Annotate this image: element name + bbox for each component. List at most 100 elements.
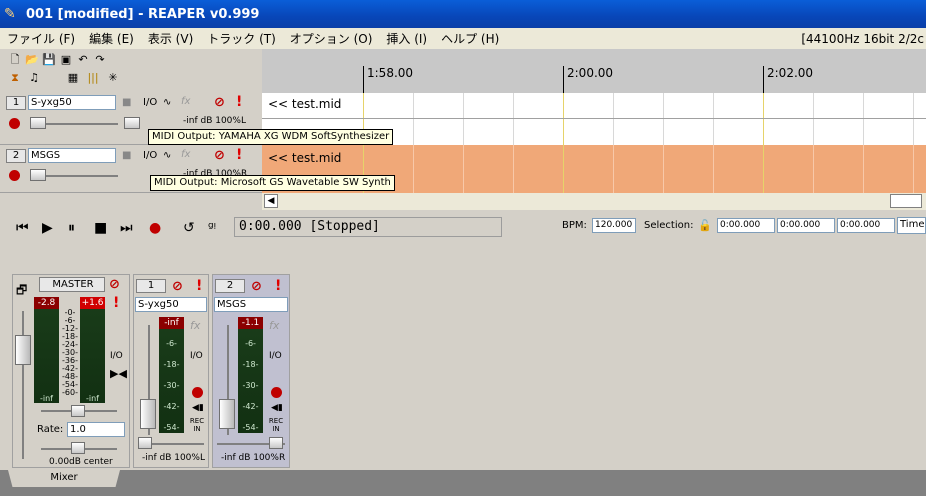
- bpm-field[interactable]: 120.000: [592, 218, 636, 233]
- strip-pan-knob[interactable]: [269, 437, 283, 449]
- record-icon[interactable]: ●: [149, 220, 161, 236]
- folder-icon[interactable]: ■: [122, 97, 131, 108]
- repeat-icon[interactable]: ↺: [183, 220, 195, 236]
- folder-icon[interactable]: ■: [122, 150, 131, 161]
- media-item-label[interactable]: << test.mid: [268, 151, 341, 165]
- menu-file[interactable]: ファイル (F): [0, 30, 82, 47]
- master-peak-right: +1.6: [80, 297, 105, 309]
- envelope-icon[interactable]: ∿: [163, 150, 171, 161]
- record-arm-button[interactable]: [9, 170, 20, 181]
- io-button[interactable]: I/O: [143, 150, 157, 161]
- time-mode-select[interactable]: Time: [897, 217, 926, 234]
- mute-icon[interactable]: ⊘: [214, 95, 225, 110]
- master-pan-knob[interactable]: [71, 442, 85, 454]
- strip-fx-button[interactable]: fx: [269, 319, 279, 332]
- undo-icon[interactable]: ↶: [76, 53, 90, 67]
- scroll-left-icon[interactable]: ◀: [264, 194, 278, 208]
- strip-volume-fader-knob[interactable]: [140, 399, 156, 429]
- grid-line: [463, 93, 464, 145]
- menu-options[interactable]: オプション (O): [283, 30, 380, 47]
- master-meter-right: +1.6 -inf: [80, 297, 105, 403]
- project-settings-icon[interactable]: ▣: [59, 53, 73, 67]
- pause-icon[interactable]: ⏸: [68, 220, 75, 236]
- horizontal-scrollbar[interactable]: ◀: [262, 193, 926, 210]
- menu-edit[interactable]: 編集 (E): [82, 30, 141, 47]
- master-mono-icon[interactable]: ▶◀: [110, 367, 127, 380]
- pan-slider-knob[interactable]: [124, 117, 140, 129]
- monitor-icon[interactable]: ᵍᵎ: [208, 220, 216, 236]
- speaker-icon[interactable]: ◀▮: [192, 403, 204, 413]
- strip-io-button[interactable]: I/O: [269, 351, 282, 361]
- solo-icon[interactable]: !: [236, 94, 242, 110]
- master-volume-fader-knob[interactable]: [15, 335, 31, 365]
- open-folder-icon[interactable]: 📂: [25, 53, 39, 67]
- track-name-field[interactable]: S-yxg50: [28, 95, 116, 110]
- rate-field[interactable]: 1.0: [67, 422, 125, 437]
- selection-length-field[interactable]: 0:00.000: [837, 218, 895, 233]
- grid-line: [563, 93, 564, 145]
- master-width-knob[interactable]: [71, 405, 85, 417]
- play-icon[interactable]: ▶: [42, 220, 53, 236]
- go-to-start-icon[interactable]: ⏮: [16, 220, 29, 236]
- record-arm-button[interactable]: [9, 118, 20, 129]
- envelope-icon[interactable]: ∿: [163, 97, 171, 108]
- grid-line: [413, 93, 414, 145]
- solo-icon[interactable]: !: [236, 147, 242, 163]
- track-number: 1: [6, 96, 26, 110]
- selection-end-field[interactable]: 0:00.000: [777, 218, 835, 233]
- track-name-field[interactable]: MSGS: [28, 148, 116, 163]
- mute-icon[interactable]: ⊘: [214, 148, 225, 163]
- menu-insert[interactable]: 挿入 (I): [379, 30, 434, 47]
- lock-icon[interactable]: 🔓: [698, 219, 712, 232]
- strip-meter-scale: -6- -18- -30- -42- -54-: [242, 339, 259, 432]
- docker-tab-bar: Mixer: [0, 470, 926, 496]
- go-to-end-icon[interactable]: ⏭: [120, 220, 133, 236]
- menu-view[interactable]: 表示 (V): [141, 30, 200, 47]
- grid-line: [913, 93, 914, 145]
- selection-start-field[interactable]: 0:00.000: [717, 218, 775, 233]
- strip-name-field[interactable]: MSGS: [214, 297, 288, 312]
- strip-io-button[interactable]: I/O: [190, 351, 203, 361]
- timeline-ruler[interactable]: 1:58.00 2:00.00 2:02.00: [262, 49, 926, 93]
- strip-solo-icon[interactable]: !: [275, 278, 281, 294]
- strip-number: 2: [215, 279, 245, 293]
- mixer-tab[interactable]: Mixer: [8, 470, 120, 487]
- menu-help[interactable]: ヘルプ (H): [434, 30, 506, 47]
- stop-icon[interactable]: ■: [94, 220, 107, 236]
- strip-name-field[interactable]: S-yxg50: [135, 297, 207, 312]
- master-settings-icon[interactable]: 🗗: [16, 281, 27, 302]
- strip-volume-fader-knob[interactable]: [219, 399, 235, 429]
- snap-icon[interactable]: |||: [86, 71, 100, 85]
- ripple-icon[interactable]: ✳: [106, 71, 120, 85]
- volume-slider-knob[interactable]: [30, 117, 46, 129]
- strip-record-arm-button[interactable]: [192, 387, 203, 398]
- track-group-icon[interactable]: ♫: [27, 71, 41, 85]
- save-icon[interactable]: 💾: [42, 53, 56, 67]
- strip-volume-readout: -inf dB 100%R: [221, 453, 286, 463]
- strip-record-arm-button[interactable]: [271, 387, 282, 398]
- strip-solo-icon[interactable]: !: [196, 278, 202, 294]
- fx-button[interactable]: fx: [181, 149, 190, 160]
- title-bar: ✎ 001 [modified] - REAPER v0.999: [0, 0, 926, 28]
- new-file-icon[interactable]: 🗋: [8, 53, 22, 67]
- strip-pan-knob[interactable]: [138, 437, 152, 449]
- fx-button[interactable]: fx: [181, 96, 190, 107]
- strip-peak: -inf: [159, 317, 184, 329]
- strip-mute-icon[interactable]: ⊘: [251, 279, 262, 294]
- grid-icon[interactable]: ▦: [66, 71, 80, 85]
- master-mute-icon[interactable]: ⊘: [109, 277, 120, 292]
- io-button[interactable]: I/O: [143, 97, 157, 108]
- strip-mute-icon[interactable]: ⊘: [172, 279, 183, 294]
- speaker-icon[interactable]: ◀▮: [271, 403, 283, 413]
- media-item-label[interactable]: << test.mid: [268, 97, 341, 111]
- strip-fx-button[interactable]: fx: [190, 319, 200, 332]
- window-title: 001 [modified] - REAPER v0.999: [26, 6, 260, 22]
- menu-track[interactable]: トラック (T): [200, 30, 283, 47]
- scroll-thumb[interactable]: [890, 194, 922, 208]
- master-solo-icon[interactable]: !: [113, 295, 119, 311]
- master-io-button[interactable]: I/O: [110, 351, 123, 361]
- grid-line: [763, 93, 764, 145]
- volume-slider-knob[interactable]: [30, 169, 46, 181]
- redo-icon[interactable]: ↷: [93, 53, 107, 67]
- metronome-icon[interactable]: ⧗: [8, 71, 22, 85]
